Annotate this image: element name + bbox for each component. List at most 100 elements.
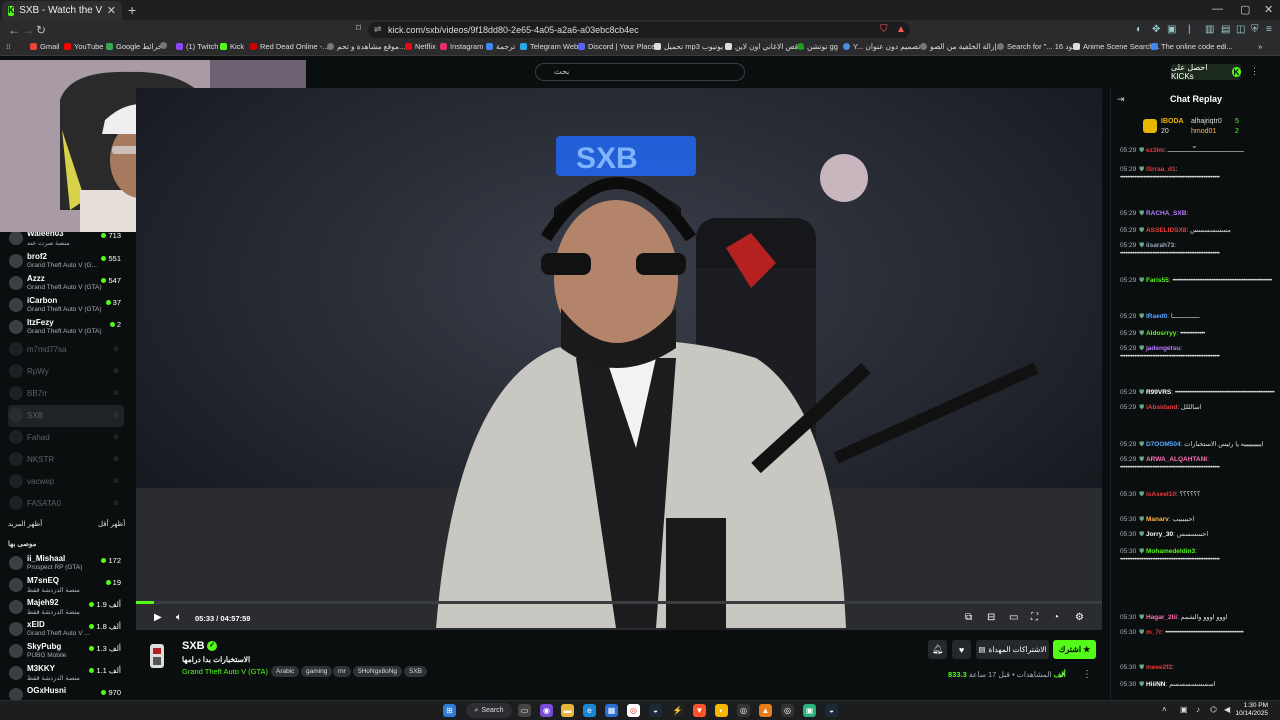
extension-icon[interactable]: ◐ <box>1136 24 1142 35</box>
bookmark-item[interactable]: توتشن gg <box>797 42 838 51</box>
app-icon[interactable]: ▣ <box>803 704 816 717</box>
sidebar-recommended-item[interactable]: Majeh92 منصة الدردشة فقط 1.9 ألف <box>8 597 124 619</box>
fullscreen-icon[interactable]: ⛶ <box>1031 612 1038 623</box>
sidebar-channel-offline[interactable]: RpWy ⊘ <box>8 361 124 383</box>
menu-icon[interactable]: ≡ <box>1266 24 1272 35</box>
forward-icon[interactable]: → <box>22 23 34 37</box>
chat-username[interactable]: meee2f2 <box>1146 664 1172 671</box>
obs-icon[interactable]: ◎ <box>737 704 750 717</box>
apps-icon[interactable]: ⁝⁝ <box>6 42 11 51</box>
chat-username[interactable]: iAbsidand <box>1146 404 1177 411</box>
chat-username[interactable]: Aldosrryy <box>1146 330 1176 337</box>
minimize-icon[interactable]: — <box>1212 3 1223 15</box>
bookmark-item[interactable]: Red Dead Online -... <box>250 42 328 51</box>
close-tab-icon[interactable]: ✕ <box>107 4 116 17</box>
chat-username[interactable]: Mohamedeldin3 <box>1146 548 1195 555</box>
chat-username[interactable]: Faris55 <box>1146 277 1169 284</box>
sidebar-channel-item[interactable]: iCarbon Grand Theft Auto V (GTA) 37 <box>8 295 124 317</box>
more-options-icon[interactable]: ⋮ <box>1250 66 1259 77</box>
mic-icon[interactable]: ♪ <box>1196 705 1200 714</box>
bookmark-item[interactable]: ترجمة <box>486 42 515 51</box>
follow-heart-icon[interactable]: ♥ <box>952 640 971 659</box>
bookmark-item[interactable]: Google خرائط <box>106 42 162 51</box>
clip-icon[interactable]: ⊟ <box>987 612 995 623</box>
sidebar-channel-offline[interactable]: BB7rr ⊘ <box>8 383 124 405</box>
bookmark-item[interactable]: Instagram <box>440 42 483 51</box>
chat-username[interactable]: ARWA_ALQAHTANI <box>1146 456 1207 463</box>
maximize-icon[interactable]: ▢ <box>1240 3 1250 16</box>
sidebar-channel-offline[interactable]: m7md77sa ⊘ <box>8 339 124 361</box>
game-category-link[interactable]: Grand Theft Auto V (GTA) <box>182 667 268 676</box>
sidebar-channel-offline[interactable]: FASATA0 ⊘ <box>8 493 124 515</box>
reading-list-icon[interactable]: ▤ <box>1221 24 1230 35</box>
close-window-icon[interactable]: ✕ <box>1264 3 1273 16</box>
sidebar-channel-offline-selected[interactable]: SXB ⊘ <box>8 405 124 427</box>
store-icon[interactable]: ▦ <box>605 704 618 717</box>
bookmark-item[interactable]: تحميل mp3 يوتيوب <box>654 42 723 51</box>
tag-pill[interactable]: rnr <box>333 666 351 677</box>
brave-icon[interactable]: ▼ <box>693 704 706 717</box>
tray-chevron-icon[interactable]: ˄ <box>1162 705 1167 714</box>
network-icon[interactable]: ⌬ <box>1210 705 1217 714</box>
bookmark-item[interactable]: Anime Scene Search... <box>1073 42 1160 51</box>
get-kicks-button[interactable]: احصل على KICKs K <box>1171 63 1241 81</box>
chat-username[interactable]: ASSELIDSX8 <box>1146 227 1186 234</box>
chat-username[interactable]: Hagar_2lii <box>1146 614 1177 621</box>
more-bookmarks-icon[interactable]: » <box>1258 42 1262 51</box>
sidebar-channel-item[interactable]: brof2 Grand Theft Auto V (G... 551 <box>8 251 124 273</box>
volume-icon[interactable]: 🔈︎ <box>176 612 182 623</box>
chat-username[interactable]: HiiiNN <box>1146 681 1166 688</box>
chat-username[interactable]: Manarv <box>1146 516 1169 523</box>
bookmark-item[interactable]: قص الاغاني اون لاين... <box>725 42 805 51</box>
sidebar-channel-item[interactable]: Azzz Grand Theft Auto V (GTA) 547 <box>8 273 124 295</box>
puzzle-icon[interactable]: ✥ <box>1152 24 1160 35</box>
chat-username[interactable]: lRaed0 <box>1146 313 1167 320</box>
steam-icon[interactable]: ◒ <box>825 704 838 717</box>
chat-username[interactable]: iisarah73 <box>1146 242 1174 249</box>
tag-pill[interactable]: gaming <box>301 666 333 677</box>
bookmark-item[interactable]: موقع مشاهدة و تحم... <box>327 42 405 51</box>
sidebar-channel-offline[interactable]: Fahad ⊘ <box>8 427 124 449</box>
browser-tab-active[interactable]: K SXB - Watch the VOD on Kick ✕ <box>2 1 122 20</box>
vpn-icon[interactable]: ⛨ <box>1251 24 1259 35</box>
theater-mode-icon[interactable]: ▭ <box>1009 612 1018 623</box>
url-field[interactable]: kick.com/sxb/videos/9f18dd80-2e65-4a05-a… <box>368 22 910 38</box>
bookmark-item[interactable]: Netflix <box>405 42 436 51</box>
chrome-icon[interactable]: ◎ <box>627 704 640 717</box>
bookmark-item[interactable]: Gmail <box>30 42 60 51</box>
tag-pill[interactable]: Arabic <box>271 666 300 677</box>
sidebar-recommended-item[interactable]: xEID Grand Theft Auto V ... 1.8 ألف <box>8 619 124 641</box>
tag-pill[interactable]: 5HoNgx8oNg <box>353 666 403 677</box>
brave-shield-icon[interactable]: ⛉ <box>880 24 888 35</box>
taskbar-clock[interactable]: 1:30 PM 10/14/2025 <box>1235 702 1268 718</box>
steam-icon[interactable]: ◒ <box>649 704 662 717</box>
chat-username[interactable]: RACHA_SXB <box>1146 210 1186 217</box>
bookmark-item[interactable] <box>160 42 167 49</box>
bookmark-item[interactable]: Kick <box>220 42 244 51</box>
bookmark-item[interactable]: YouTube <box>64 42 103 51</box>
sidebar-recommended-item[interactable]: M7snEQ منصة الدردشة فقط 19 <box>8 575 124 597</box>
search-input[interactable]: بحث <box>535 63 745 81</box>
bookmark-item[interactable]: The online code edi... <box>1151 42 1233 51</box>
chat-username[interactable]: R99VRS <box>1146 389 1171 396</box>
sidebar-recommended-item[interactable]: ii_Mishaal Prospect RP (GTA) 172 <box>8 553 124 575</box>
sidebar-channel-item[interactable]: ItzFezy Grand Theft Auto V (GTA) 2 <box>8 317 124 339</box>
notification-bell-icon[interactable]: 🔔︎ <box>928 640 947 659</box>
settings-gear-icon[interactable]: ⚙ <box>1075 612 1084 623</box>
bookmark-item[interactable]: Discord | Your Place... <box>578 42 662 51</box>
play-icon[interactable]: ▶ <box>154 612 162 623</box>
streamer-name[interactable]: SXB <box>182 640 205 652</box>
tray-icon[interactable]: ▣ <box>1180 705 1188 714</box>
new-tab-icon[interactable]: + <box>128 2 136 18</box>
chat-username[interactable]: jadengetsu <box>1146 345 1180 352</box>
volume-icon[interactable]: ◀ <box>1224 705 1230 714</box>
bookmark-item[interactable]: (1) Twitch <box>176 42 218 51</box>
copilot-icon[interactable]: ◉ <box>540 704 553 717</box>
chat-username[interactable]: D7OOM504 <box>1146 441 1181 448</box>
tag-pill[interactable]: SXB <box>404 666 428 677</box>
screenshot-icon[interactable]: ▣ <box>1167 24 1176 35</box>
bookmark-item[interactable]: Search for "... كود 16 <box>997 42 1076 51</box>
sidebar-recommended-item[interactable]: M3KKY منصة الدردشة فقط 1.1 ألف <box>8 663 124 685</box>
windows-start-icon[interactable]: ⊞ <box>443 704 456 717</box>
show-more-link[interactable]: أظهر المزيد <box>8 520 42 528</box>
